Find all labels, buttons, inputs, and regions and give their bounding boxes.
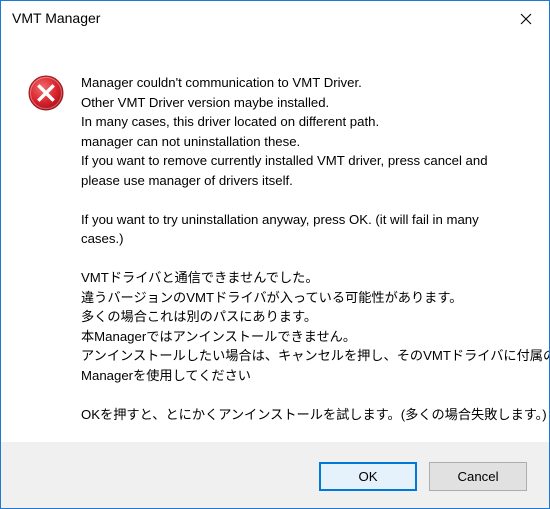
message-line: cases.) bbox=[81, 231, 124, 246]
title-bar[interactable]: VMT Manager bbox=[1, 1, 549, 37]
dialog-window: VMT Manager Manager couldn't communicati… bbox=[0, 0, 550, 509]
message-line: please use manager of drivers itself. bbox=[81, 172, 293, 188]
close-button[interactable] bbox=[503, 1, 549, 37]
message-line: VMTドライバと通信できませんでした。 bbox=[81, 270, 319, 285]
window-title: VMT Manager bbox=[12, 10, 101, 26]
message-line: アンインストールしたい場合は、キャンセルを押し、そのVMTドライバに付属の bbox=[81, 348, 550, 363]
close-icon bbox=[520, 13, 532, 25]
message-line: In many cases, this driver located on di… bbox=[81, 114, 380, 129]
message-line: manager can not uninstallation these. bbox=[81, 133, 301, 149]
dialog-content: Manager couldn't communication to VMT Dr… bbox=[1, 37, 549, 442]
ok-button[interactable]: OK bbox=[319, 462, 417, 491]
message-line: Managerを使用してください bbox=[81, 367, 251, 383]
message-line: 本Managerではアンインストールできません。 bbox=[81, 328, 357, 344]
message-line: 違うバージョンのVMTドライバが入っている可能性があります。 bbox=[81, 289, 463, 305]
button-bar: OK Cancel bbox=[1, 442, 549, 508]
error-message: Manager couldn't communication to VMT Dr… bbox=[81, 73, 550, 424]
message-line: OKを押すと、とにかくアンインストールを試します。(多くの場合失敗します。) bbox=[81, 406, 547, 422]
message-line: 多くの場合これは別のパスにあります。 bbox=[81, 309, 318, 324]
cancel-button[interactable]: Cancel bbox=[429, 462, 527, 491]
message-line: If you want to try uninstallation anyway… bbox=[81, 211, 479, 227]
message-line: Other VMT Driver version maybe installed… bbox=[81, 94, 330, 110]
error-icon bbox=[28, 75, 64, 111]
message-line: If you want to remove currently installe… bbox=[81, 153, 488, 168]
message-line: Manager couldn't communication to VMT Dr… bbox=[81, 75, 362, 90]
